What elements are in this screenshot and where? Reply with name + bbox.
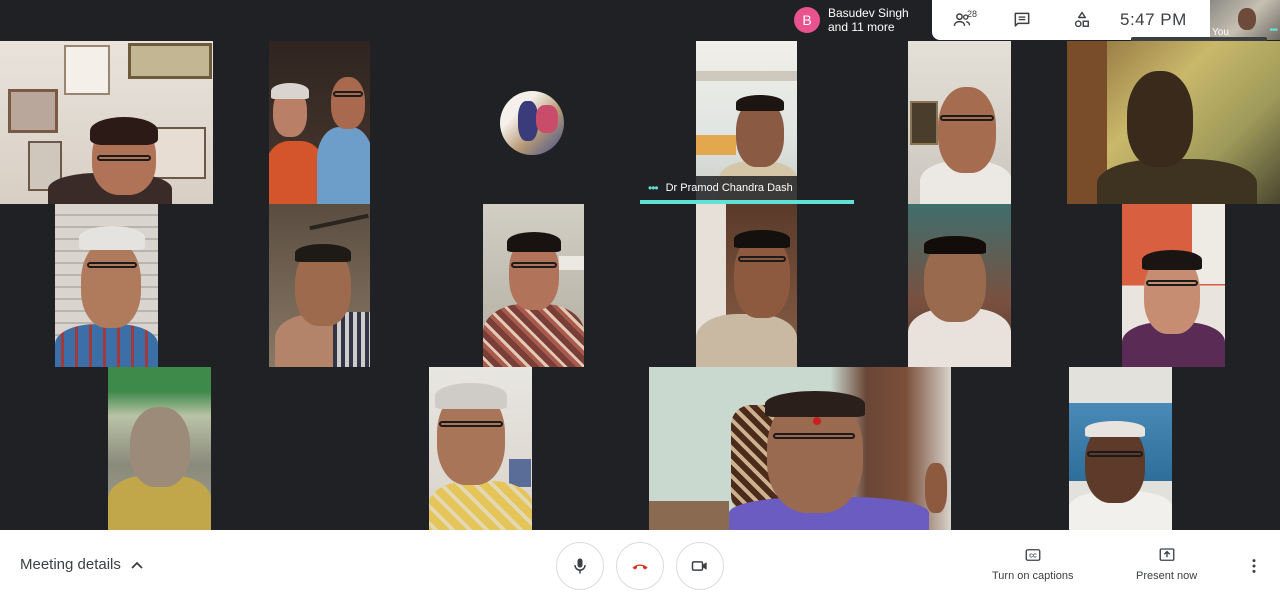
active-speaker-name: Dr Pramod Chandra Dash [665, 182, 793, 194]
captions-button[interactable]: CC Turn on captions [992, 546, 1074, 582]
presenter-name: Basudev Singh [828, 6, 909, 20]
participant-tile[interactable] [483, 204, 584, 367]
activities-button[interactable] [1052, 0, 1112, 40]
people-button[interactable]: 28 [932, 0, 992, 40]
svg-text:CC: CC [1029, 554, 1037, 560]
activities-icon [1074, 11, 1089, 28]
people-count: 28 [967, 9, 978, 19]
presenter-chip[interactable]: B Basudev Singh and 11 more [786, 0, 932, 40]
present-icon [1159, 548, 1175, 561]
participant-tile[interactable] [908, 41, 1011, 204]
participant-tile[interactable] [1122, 204, 1225, 367]
present-label: Present now [1136, 570, 1198, 582]
more-vert-icon[interactable] [1244, 556, 1264, 576]
top-tool-panel: 28 5:47 PM [932, 0, 1210, 40]
participant-tile[interactable] [696, 204, 797, 367]
camera-button[interactable] [676, 542, 724, 590]
active-speaker-name-bar: ••• Dr Pramod Chandra Dash [640, 176, 854, 200]
participant-tile[interactable] [269, 204, 370, 367]
participant-avatar[interactable] [500, 91, 564, 155]
self-view-face [1238, 8, 1256, 30]
participant-tile[interactable] [0, 41, 213, 204]
presenter-others: and 11 more [828, 20, 895, 34]
participant-tile[interactable] [108, 367, 211, 530]
participant-tile[interactable] [269, 41, 370, 204]
bottom-control-bar: Meeting details CC Turn on captions Pres… [0, 530, 1280, 602]
participant-tile[interactable] [908, 204, 1011, 367]
end-call-icon [632, 564, 648, 570]
chat-icon [1014, 12, 1030, 27]
captions-icon: CC [1025, 549, 1041, 561]
participant-tile[interactable] [649, 367, 951, 530]
presenter-avatar: B [794, 7, 820, 33]
camera-icon [691, 561, 707, 571]
self-view-tile[interactable]: You ••• [1210, 0, 1280, 40]
chevron-up-icon [131, 561, 143, 569]
end-call-button[interactable] [616, 542, 664, 590]
captions-label: Turn on captions [992, 570, 1074, 582]
participant-tile[interactable] [429, 367, 532, 530]
presenter-text: Basudev Singh and 11 more [828, 6, 909, 34]
mic-icon [574, 558, 586, 574]
participant-tile[interactable] [1067, 41, 1280, 204]
mic-button[interactable] [556, 542, 604, 590]
participant-tile[interactable] [55, 204, 158, 367]
self-options-icon[interactable]: ••• [1269, 25, 1277, 36]
speaking-indicator-icon: ••• [648, 181, 659, 195]
clock: 5:47 PM [1120, 10, 1187, 29]
present-now-button[interactable]: Present now [1136, 546, 1197, 582]
meeting-details-label: Meeting details [20, 556, 121, 573]
participant-tile[interactable] [1069, 367, 1172, 530]
chat-button[interactable] [992, 0, 1052, 40]
meeting-details-button[interactable]: Meeting details [20, 556, 143, 573]
